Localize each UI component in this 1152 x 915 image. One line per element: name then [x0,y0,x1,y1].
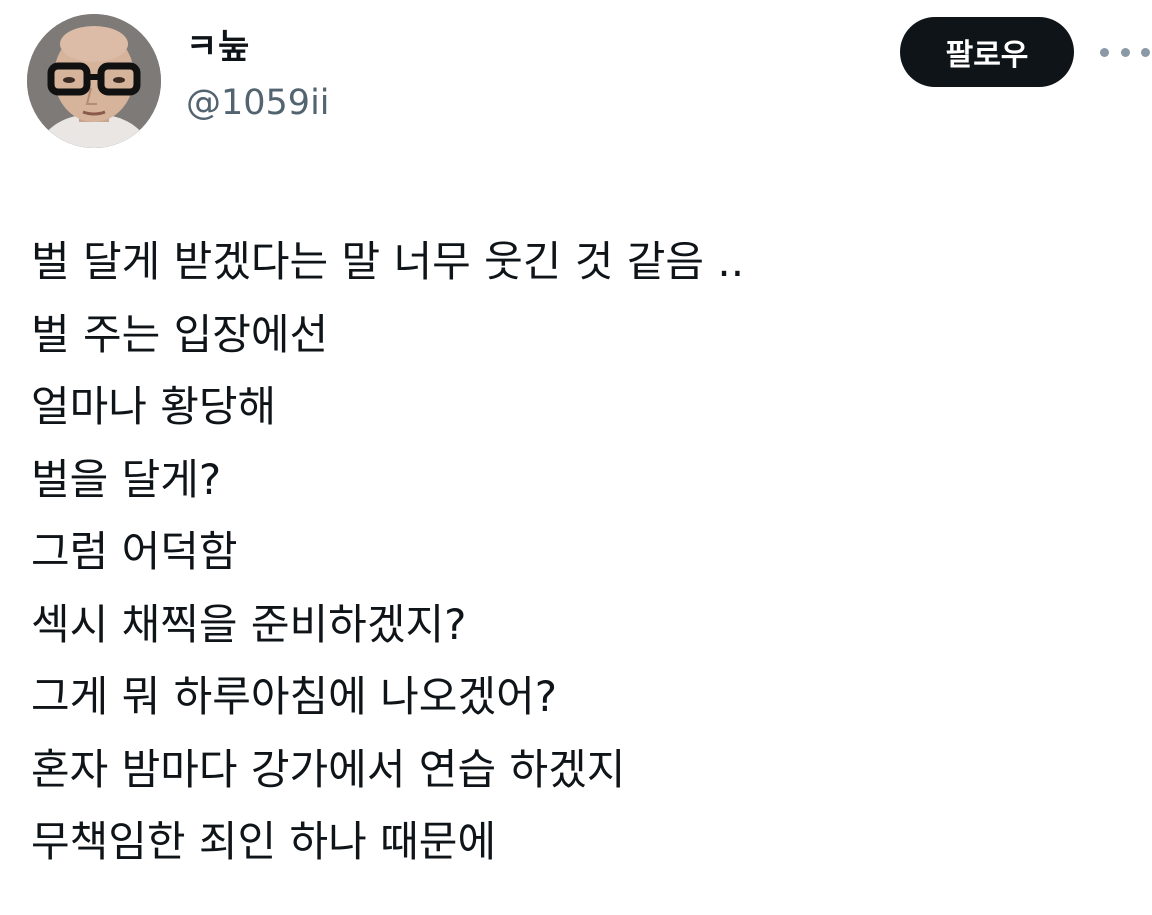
tweet-line: 그게 뭐 하루아침에 나오겠어? [31,672,558,721]
tweet-line: 벌 주는 입장에선 [31,309,329,359]
tweet-line: 그럼 어덕함 [31,527,238,576]
tweet-line: 혼자 밤마다 강가에서 연습 하겠지 [31,744,626,794]
tweet-line: 얼마나 황당해 [31,382,277,431]
profile-photo-icon [27,14,161,148]
tweet-text: 벌 달게 받겠다는 말 너무 웃긴 것 같음 .. 벌 주는 입장에선 얼마나 … [31,226,1131,879]
more-icon-dot [1120,47,1130,57]
author-handle[interactable]: @1059ii [186,86,330,121]
tweet-line: 벌 달게 받겠다는 말 너무 웃긴 것 같음 .. [31,237,745,286]
more-icon-dot [1141,47,1150,57]
author-display-name[interactable]: ㅋ눞 [186,30,251,64]
more-icon-dot [1100,47,1109,57]
avatar[interactable] [27,14,161,148]
follow-button[interactable]: 팔로우 [900,17,1074,87]
tweet-line: 무책임한 죄인 하나 때문에 [31,817,497,866]
more-icon[interactable] [1100,38,1150,66]
tweet-line: 벌을 달게? [31,454,222,504]
tweet-header: ㅋ눞 @1059ii 팔로우 [0,0,1152,170]
follow-button-label: 팔로우 [945,38,1029,73]
tweet-line: 섹시 채찍을 준비하겠지? [31,599,467,649]
